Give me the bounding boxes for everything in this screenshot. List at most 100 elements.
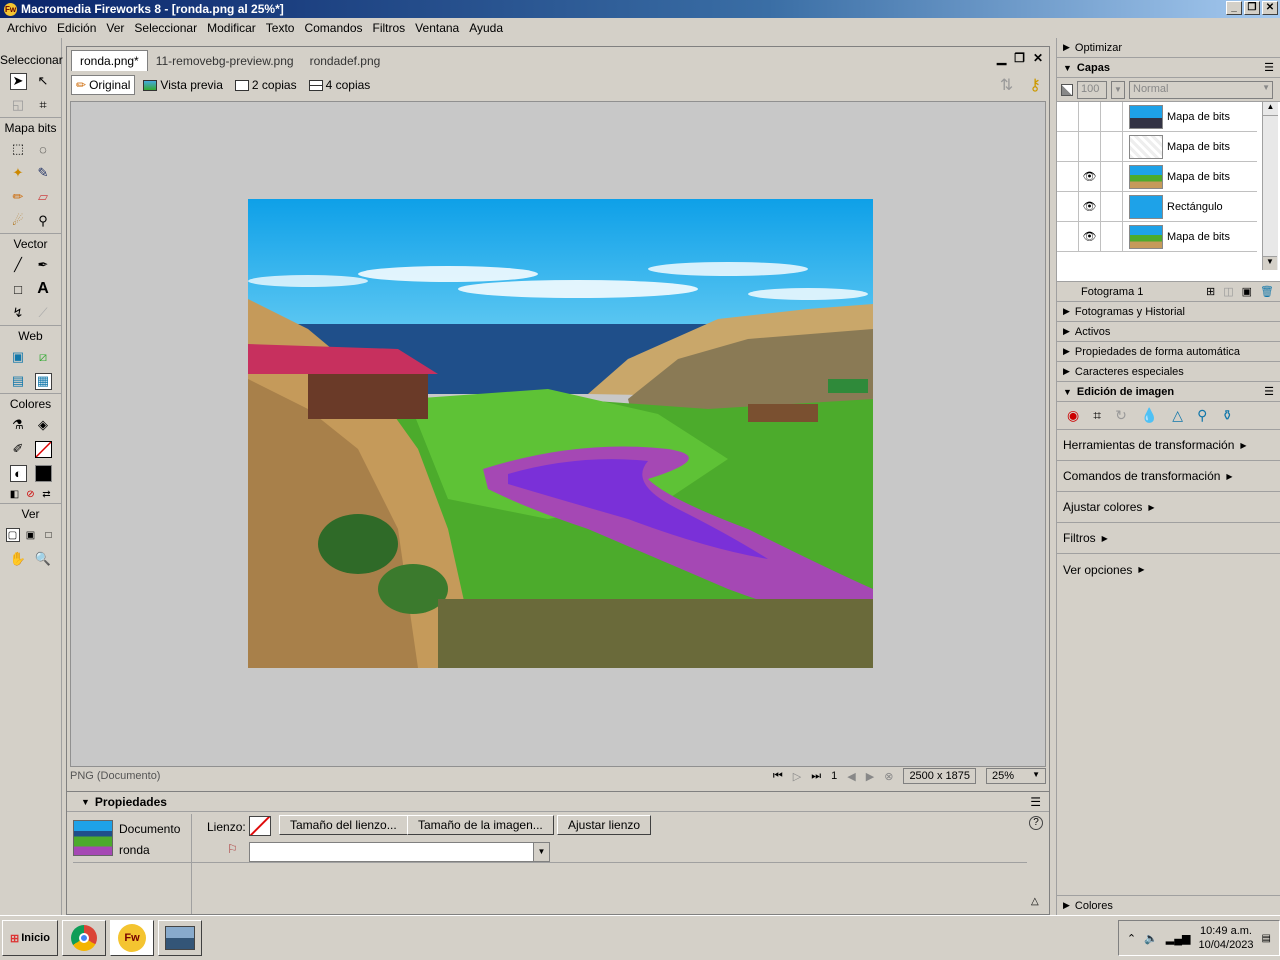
eraser-tool-icon[interactable]: ▱ (35, 189, 52, 206)
view-preview-button[interactable]: Vista previa (139, 76, 226, 94)
image-size-button[interactable]: Tamaño de la imagen... (407, 815, 554, 835)
burn-icon[interactable]: ⚱ (1221, 407, 1233, 424)
panel-options-icon[interactable]: ☰ (1030, 795, 1041, 809)
standard-screen-icon[interactable]: ▢ (5, 528, 20, 542)
panel-image-edit[interactable]: ▼ Edición de imagen ☰ (1057, 382, 1280, 402)
layer-row[interactable]: Mapa de bits (1057, 131, 1257, 162)
stop-icon[interactable]: ⊗ (884, 770, 893, 783)
hotspot-tool-icon[interactable]: ▣ (10, 349, 27, 366)
next-frame-icon[interactable]: ▶ (866, 770, 874, 783)
taskbar-chrome[interactable] (62, 920, 106, 956)
prev-frame-icon[interactable]: ◀ (847, 770, 855, 783)
no-color-icon[interactable]: ⊘ (25, 488, 37, 500)
fill-color-icon[interactable]: ◐ (9, 464, 27, 482)
menu-ayuda[interactable]: Ayuda (464, 21, 508, 35)
fill-color-swatch[interactable] (34, 464, 52, 482)
menu-transform-commands[interactable]: Comandos de transformación ▶ (1057, 461, 1280, 492)
hide-slices-icon[interactable]: ▤ (10, 373, 27, 390)
pencil-tool-icon[interactable]: ✏ (10, 189, 27, 206)
eye-icon[interactable]: 👁 (1079, 221, 1101, 252)
panel-frames-history[interactable]: ▶ Fotogramas y Historial (1057, 302, 1280, 322)
doc-restore-button[interactable]: ❐ (1014, 51, 1025, 65)
menu-archivo[interactable]: Archivo (2, 21, 52, 35)
rectangle-tool-icon[interactable]: □ (10, 281, 27, 298)
taskbar-fireworks[interactable]: Fw (110, 920, 154, 956)
tray-expand-icon[interactable]: ⌃ (1127, 932, 1136, 945)
canvas-area[interactable] (70, 101, 1046, 767)
clock[interactable]: 10:49 a.m. 10/04/2023 (1198, 924, 1253, 952)
menu-seleccionar[interactable]: Seleccionar (129, 21, 202, 35)
layer-row[interactable]: Mapa de bits (1057, 101, 1257, 132)
freeform-tool-icon[interactable]: ↯ (10, 305, 27, 322)
menu-ventana[interactable]: Ventana (410, 21, 464, 35)
view-2up-button[interactable]: 2 copias (231, 76, 301, 94)
volume-icon[interactable]: 🔈 (1144, 932, 1158, 945)
start-button[interactable]: ⊞ Inicio (2, 920, 58, 956)
hand-tool-icon[interactable]: ✋ (10, 551, 27, 568)
text-tool-icon[interactable]: A (35, 280, 52, 298)
zoom-tool-icon[interactable]: 🔍 (35, 551, 52, 568)
layer-row[interactable]: 👁 Mapa de bits (1057, 221, 1257, 252)
lasso-tool-icon[interactable]: ◌ (35, 141, 52, 158)
full-screen-menu-icon[interactable]: ▣ (24, 528, 38, 542)
tab-ronda[interactable]: ronda.png* (71, 50, 148, 71)
menu-transform-tools[interactable]: Herramientas de transformación ▶ (1057, 430, 1280, 461)
eyedropper-tool-icon[interactable]: ⚗ (10, 417, 27, 434)
crop-tool-icon[interactable]: ⌗ (35, 97, 52, 114)
layer-row[interactable]: 👁 Rectángulo (1057, 191, 1257, 222)
properties-header[interactable]: ▼ Propiedades ☰ (67, 792, 1049, 812)
new-sublayer-icon[interactable]: ⊞ (1206, 285, 1215, 298)
stroke-color-swatch[interactable] (34, 440, 52, 458)
view-original-button[interactable]: ✏ Original (71, 75, 136, 95)
menu-comandos[interactable]: Comandos (299, 21, 367, 35)
add-mask-icon[interactable]: ◫ (1223, 285, 1233, 298)
trash-icon[interactable]: 🗑 (1260, 285, 1274, 298)
layer-row[interactable]: 👁 Mapa de bits (1057, 161, 1257, 192)
menu-adjust-colors[interactable]: Ajustar colores ▶ (1057, 492, 1280, 523)
stroke-color-icon[interactable]: ✐ (10, 441, 27, 458)
eye-icon[interactable]: 👁 (1079, 161, 1101, 192)
subselect-tool-icon[interactable]: ↖ (35, 73, 52, 90)
blur-drop-icon[interactable]: 💧 (1141, 407, 1158, 424)
tab-rondadef[interactable]: rondadef.png (302, 51, 389, 71)
last-frame-icon[interactable]: ⏭ (811, 770, 821, 783)
canvas-color-swatch[interactable] (249, 816, 271, 836)
marquee-tool-icon[interactable]: ⬚ (10, 141, 27, 158)
menu-edicion[interactable]: Edición (52, 21, 101, 35)
scroll-up-icon[interactable]: ▲ (1263, 102, 1278, 116)
line-tool-icon[interactable]: ╱ (10, 257, 27, 274)
slice-tool-icon[interactable]: ⧄ (35, 349, 52, 366)
paint-bucket-tool-icon[interactable]: ◈ (35, 417, 52, 434)
panel-options-icon[interactable]: ☰ (1264, 385, 1274, 398)
panel-layers[interactable]: ▼ Capas ☰ (1057, 58, 1280, 78)
view-4up-button[interactable]: 4 copias (305, 76, 375, 94)
red-eye-icon[interactable]: ◉ (1067, 407, 1079, 424)
quick-export-icon[interactable]: ⇅ (1000, 75, 1013, 95)
collapse-up-icon[interactable]: △ (1031, 896, 1039, 907)
menu-filtros[interactable]: Filtros (368, 21, 411, 35)
visibility-toggle[interactable] (1079, 101, 1101, 132)
pen-tool-icon[interactable]: ✒ (35, 257, 52, 274)
first-frame-icon[interactable]: ⏮ (773, 770, 783, 783)
scale-tool-icon[interactable]: ◱ (10, 97, 27, 114)
show-slices-icon[interactable]: ▦ (34, 372, 52, 390)
panel-optimize[interactable]: ▶ Optimizar (1057, 38, 1280, 58)
sharpen-icon[interactable]: △ (1172, 407, 1183, 424)
menu-texto[interactable]: Texto (261, 21, 300, 35)
doc-close-button[interactable]: ✕ (1033, 51, 1043, 65)
doc-minimize-button[interactable]: ▁ (997, 51, 1006, 65)
export-wizard-icon[interactable]: ⚷ (1029, 75, 1041, 95)
help-button[interactable]: ? (1029, 816, 1043, 830)
menu-ver[interactable]: Ver (101, 21, 129, 35)
blur-tool-icon[interactable]: ☄ (10, 213, 27, 230)
panel-special-chars[interactable]: ▶ Caracteres especiales (1057, 362, 1280, 382)
frame-label[interactable]: Fotograma 1 (1081, 286, 1143, 298)
pointer-tool-icon[interactable]: ➤ (9, 72, 27, 90)
panel-options-icon[interactable]: ☰ (1264, 61, 1274, 74)
brush-tool-icon[interactable]: ✎ (35, 165, 52, 182)
visibility-toggle[interactable] (1079, 131, 1101, 162)
blend-mode-select[interactable]: Normal ▼ (1129, 80, 1273, 99)
menu-modificar[interactable]: Modificar (202, 21, 261, 35)
swap-colors-icon[interactable]: ⇄ (41, 488, 53, 500)
opacity-field[interactable]: 100 (1077, 80, 1107, 99)
